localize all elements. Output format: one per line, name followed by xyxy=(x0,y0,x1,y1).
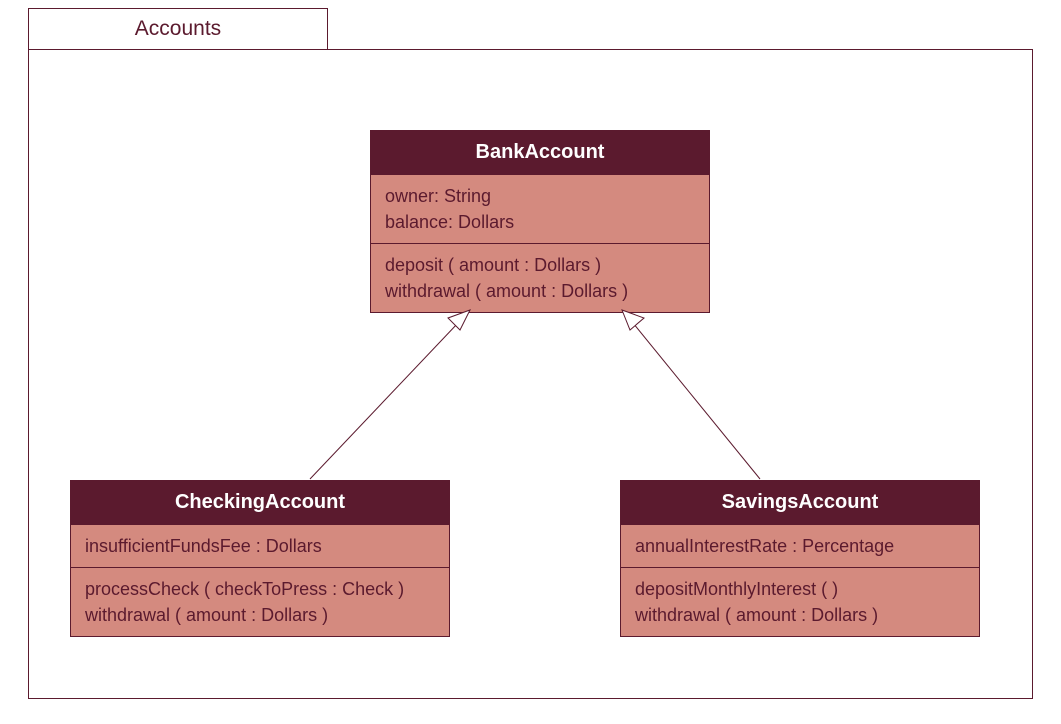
class-methods-checkingaccount: processCheck ( checkToPress : Check ) wi… xyxy=(71,567,449,636)
class-methods-savingsaccount: depositMonthlyInterest ( ) withdrawal ( … xyxy=(621,567,979,636)
method: withdrawal ( amount : Dollars ) xyxy=(635,602,965,628)
class-bankaccount: BankAccount owner: String balance: Dolla… xyxy=(370,130,710,313)
method: withdrawal ( amount : Dollars ) xyxy=(85,602,435,628)
attr: owner: String xyxy=(385,183,695,209)
class-attributes-checkingaccount: insufficientFundsFee : Dollars xyxy=(71,524,449,567)
attr: annualInterestRate : Percentage xyxy=(635,533,965,559)
method: depositMonthlyInterest ( ) xyxy=(635,576,965,602)
class-header-checkingaccount: CheckingAccount xyxy=(71,481,449,524)
method: withdrawal ( amount : Dollars ) xyxy=(385,278,695,304)
method: deposit ( amount : Dollars ) xyxy=(385,252,695,278)
class-savingsaccount: SavingsAccount annualInterestRate : Perc… xyxy=(620,480,980,637)
method: processCheck ( checkToPress : Check ) xyxy=(85,576,435,602)
package-name: Accounts xyxy=(135,17,221,41)
class-methods-bankaccount: deposit ( amount : Dollars ) withdrawal … xyxy=(371,243,709,312)
class-header-bankaccount: BankAccount xyxy=(371,131,709,174)
package-tab: Accounts xyxy=(28,8,328,50)
class-header-savingsaccount: SavingsAccount xyxy=(621,481,979,524)
attr: insufficientFundsFee : Dollars xyxy=(85,533,435,559)
attr: balance: Dollars xyxy=(385,209,695,235)
class-attributes-bankaccount: owner: String balance: Dollars xyxy=(371,174,709,243)
class-attributes-savingsaccount: annualInterestRate : Percentage xyxy=(621,524,979,567)
class-checkingaccount: CheckingAccount insufficientFundsFee : D… xyxy=(70,480,450,637)
